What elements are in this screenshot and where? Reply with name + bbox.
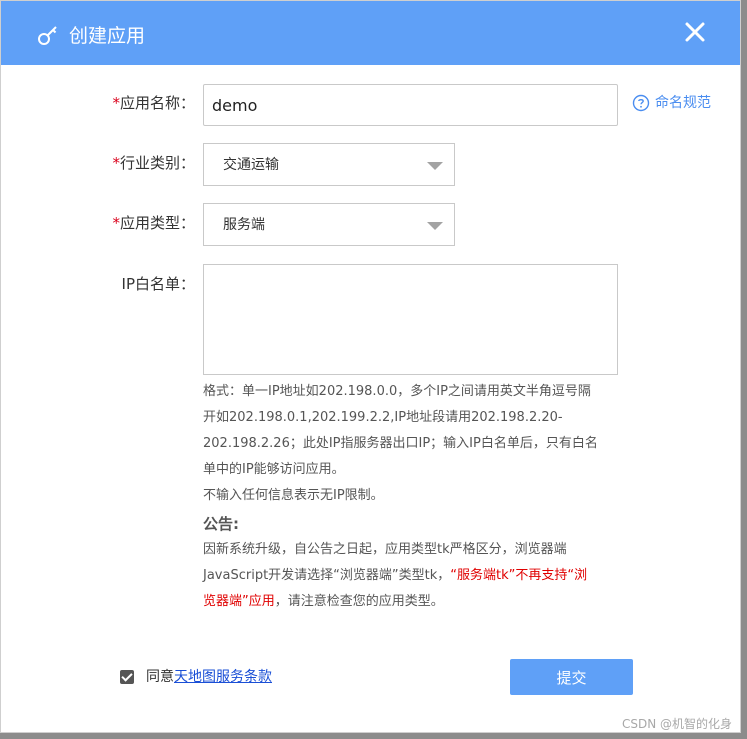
submit-button[interactable]: 提交 <box>510 659 633 695</box>
notice-title: 公告: <box>203 515 239 533</box>
terms-agreement: 同意 天地图服务条款 <box>120 667 272 687</box>
chevron-down-icon <box>427 162 443 170</box>
ip-format-note: 格式：单一IP地址如202.198.0.0，多个IP之间请用英文半角逗号隔开如2… <box>203 379 599 509</box>
ip-no-limit-text: 不输入任何信息表示无IP限制。 <box>203 488 384 503</box>
ip-format-text: 格式：单一IP地址如202.198.0.0，多个IP之间请用英文半角逗号隔开如2… <box>203 384 598 477</box>
dialog-header: 创建应用 <box>1 1 740 65</box>
ip-whitelist-label: IP白名单： <box>121 275 195 293</box>
naming-rules-link[interactable]: 命名规范 <box>632 93 711 113</box>
industry-selected-value: 交通运输 <box>223 157 279 173</box>
app-name-label: *应用名称： <box>112 94 195 112</box>
dialog-title: 创建应用 <box>69 25 146 47</box>
agree-prefix: 同意 <box>146 669 174 685</box>
app-type-label: *应用类型： <box>112 214 195 232</box>
industry-label: *行业类别： <box>112 154 195 172</box>
app-type-select[interactable]: 服务端 <box>203 203 455 246</box>
terms-link[interactable]: 天地图服务条款 <box>174 667 272 687</box>
app-type-selected-value: 服务端 <box>223 217 265 233</box>
agree-checkbox[interactable] <box>120 670 134 684</box>
industry-select[interactable]: 交通运输 <box>203 143 455 186</box>
app-name-input[interactable] <box>203 84 618 126</box>
notice-text: 因新系统升级，自公告之日起，应用类型tk严格区分，浏览器端JavaScript开… <box>203 542 588 609</box>
create-app-dialog: 创建应用 *应用名称： 命名规范 *行业类别： 交通运输 *应用类型： 服务端 … <box>0 0 741 733</box>
watermark: CSDN @机智的化身 <box>622 717 733 731</box>
help-circle-icon <box>632 94 650 112</box>
close-icon[interactable] <box>683 20 707 44</box>
chevron-down-icon <box>427 222 443 230</box>
key-icon <box>38 26 57 45</box>
ip-whitelist-textarea[interactable] <box>203 264 618 375</box>
